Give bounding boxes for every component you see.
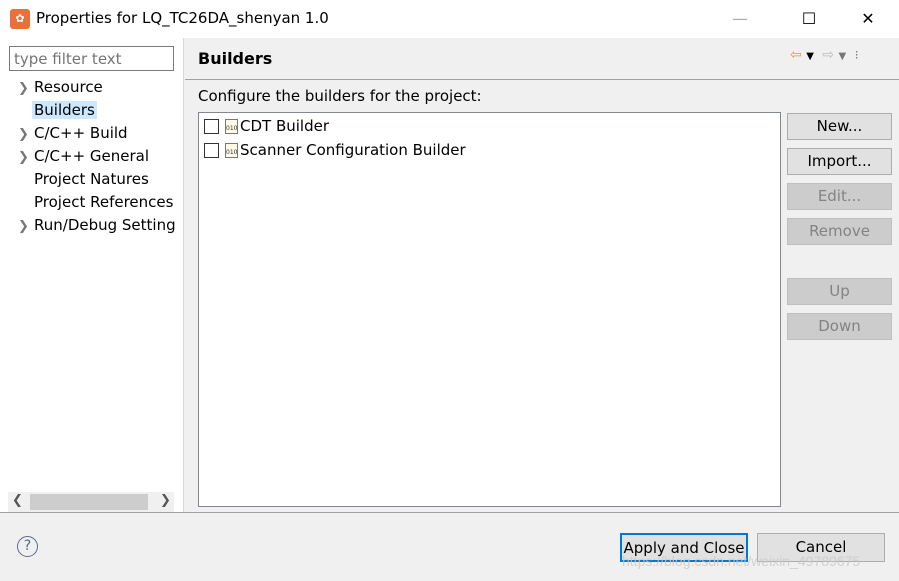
chevron-right-icon[interactable]: ❯ [18, 78, 32, 100]
back-arrow-icon[interactable]: ⇦ [790, 47, 802, 63]
checkbox[interactable] [204, 118, 219, 134]
forward-dropdown-icon[interactable]: ▼ [839, 51, 847, 62]
divider [185, 79, 899, 80]
builder-label: Scanner Configuration Builder [240, 141, 466, 159]
import-button[interactable]: Import... [787, 148, 892, 175]
builder-label: CDT Builder [240, 117, 330, 135]
chevron-right-icon[interactable]: ❯ [18, 124, 32, 146]
tree-item-label: Builders [32, 101, 97, 119]
tree-item-label: Project References [34, 193, 174, 211]
list-item[interactable]: 010 CDT Builder [204, 115, 329, 137]
tree-item-cpp-general[interactable]: ❯ C/C++ General [18, 145, 151, 167]
builder-file-icon: 010 [225, 142, 238, 158]
chevron-right-icon[interactable]: ❯ [18, 216, 32, 238]
down-button[interactable]: Down [787, 313, 892, 340]
back-dropdown-icon[interactable]: ▼ [806, 51, 814, 62]
scroll-left-icon[interactable]: ❮ [12, 493, 23, 508]
filter-input[interactable] [9, 46, 174, 71]
tree-item-project-natures[interactable]: Project Natures [18, 168, 151, 190]
list-item[interactable]: 010 Scanner Configuration Builder [204, 139, 466, 161]
remove-button[interactable]: Remove [787, 218, 892, 245]
scrollbar-thumb[interactable] [30, 494, 148, 510]
minimize-button[interactable]: — [717, 6, 763, 32]
tree-item-label: C/C++ General [34, 147, 150, 165]
tree-item-run-debug[interactable]: ❯ Run/Debug Setting [18, 214, 178, 236]
help-icon[interactable]: ? [17, 536, 38, 557]
builders-list[interactable]: 010 CDT Builder 010 Scanner Configuration … [198, 112, 781, 507]
chevron-right-icon[interactable]: ❯ [18, 147, 32, 169]
maximize-button[interactable]: ☐ [786, 6, 832, 32]
tree-item-builders[interactable]: Builders [18, 99, 97, 121]
tree-item-label: Project Natures [34, 170, 149, 188]
new-button[interactable]: New... [787, 113, 892, 140]
tree-item-cpp-build[interactable]: ❯ C/C++ Build [18, 122, 130, 144]
description-label: Configure the builders for the project: [198, 87, 482, 105]
tree-item-resource[interactable]: ❯ Resource [18, 76, 105, 98]
app-icon: ✿ [10, 9, 30, 29]
title-bar: ✿ Properties for LQ_TC26DA_shenyan 1.0 —… [0, 0, 899, 38]
page-title: Builders [198, 49, 273, 68]
up-button[interactable]: Up [787, 278, 892, 305]
tree-item-label: Resource [34, 78, 103, 96]
divider [0, 512, 899, 513]
builder-file-icon: 010 [225, 118, 238, 134]
watermark: https://blog.csdn.net/weixin_49789675 [622, 553, 861, 569]
horizontal-scrollbar[interactable]: ❮ ❯ [8, 492, 174, 512]
forward-arrow-icon[interactable]: ⇨ [822, 47, 834, 63]
window-title: Properties for LQ_TC26DA_shenyan 1.0 [36, 9, 329, 27]
more-menu-icon[interactable]: ⁝ [855, 48, 859, 62]
edit-button[interactable]: Edit... [787, 183, 892, 210]
nav-toolbar: ⇦ ▼ ⇨ ▼ ⁝ [790, 47, 859, 63]
tree-item-label: C/C++ Build [34, 124, 128, 142]
tree-item-label: Run/Debug Setting [34, 216, 176, 234]
checkbox[interactable] [204, 142, 219, 158]
close-button[interactable]: ✕ [845, 6, 891, 32]
scroll-right-icon[interactable]: ❯ [160, 493, 171, 508]
sidebar: ❯Resource Builders ❯C/C++ Build ❯C/C++ G… [0, 38, 184, 512]
tree-item-project-references[interactable]: Project References [18, 191, 175, 213]
